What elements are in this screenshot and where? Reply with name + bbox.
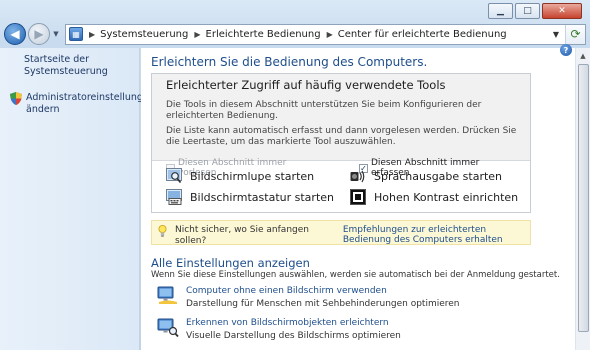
refresh-button[interactable]: ⟳ bbox=[565, 24, 585, 44]
magnifier-icon bbox=[166, 168, 182, 184]
breadcrumb-center[interactable]: Center für erleichterte Bedienung bbox=[338, 29, 507, 40]
start-magnifier-link[interactable]: Bildschirmlupe starten bbox=[166, 168, 314, 184]
lightbulb-icon bbox=[158, 225, 167, 237]
breadcrumb-separator-icon[interactable]: ▶ bbox=[327, 30, 333, 39]
recommendations-link[interactable]: Empfehlungen zur erleichterten Bedienung… bbox=[343, 225, 530, 245]
setting-description: Darstellung für Menschen mit Sehbehinder… bbox=[186, 299, 460, 309]
setting-item: Computer ohne einen Bildschirm verwenden… bbox=[157, 286, 460, 310]
setting-item: Erkennen von Bildschirmobjekten erleicht… bbox=[157, 318, 401, 342]
breadcrumb-erleichterte-bedienung[interactable]: Erleichterte Bedienung bbox=[206, 29, 321, 40]
close-button[interactable]: ✕ bbox=[542, 3, 582, 19]
quick-access-tool-list: Bildschirmlupe starten Bildschirmtastatu… bbox=[152, 161, 530, 213]
breadcrumb-separator-icon[interactable]: ▶ bbox=[194, 30, 200, 39]
use-without-display-link[interactable]: Computer ohne einen Bildschirm verwenden bbox=[186, 286, 460, 297]
page-title: Erleichtern Sie die Bedienung des Comput… bbox=[151, 55, 428, 69]
address-dropdown-icon[interactable]: ▼ bbox=[549, 25, 563, 44]
quick-access-header: Erleichterter Zugriff auf häufig verwend… bbox=[152, 74, 530, 178]
setup-high-contrast-link[interactable]: Hohen Kontrast einrichten bbox=[350, 189, 518, 205]
all-settings-heading: Alle Einstellungen anzeigen bbox=[151, 256, 310, 270]
start-narrator-label: Sprachausgabe starten bbox=[374, 169, 503, 183]
high-contrast-icon bbox=[350, 189, 366, 205]
setting-text: Erkennen von Bildschirmobjekten erleicht… bbox=[186, 318, 401, 342]
monitor-magnify-icon bbox=[157, 318, 179, 338]
quick-access-tools-box: Erleichterter Zugriff auf häufig verwend… bbox=[151, 73, 531, 213]
start-onscreen-keyboard-label: Bildschirmtastatur starten bbox=[190, 190, 334, 204]
quick-access-title: Erleichterter Zugriff auf häufig verwend… bbox=[166, 78, 446, 92]
monitor-speech-icon bbox=[157, 286, 177, 304]
sidebar-link-admin-settings[interactable]: Administratoreinstellungen ändern bbox=[26, 92, 155, 116]
main-content: ? Erleichtern Sie die Bedienung des Comp… bbox=[141, 44, 575, 350]
setup-high-contrast-label: Hohen Kontrast einrichten bbox=[374, 190, 519, 204]
make-screen-easier-link[interactable]: Erkennen von Bildschirmobjekten erleicht… bbox=[186, 318, 401, 329]
vertical-scrollbar[interactable]: ▲ bbox=[575, 48, 590, 350]
setting-description: Visuelle Darstellung des Bildschirms opt… bbox=[186, 331, 401, 341]
onscreen-keyboard-icon bbox=[166, 189, 182, 205]
sidebar: Startseite der Systemsteuerung Administr… bbox=[0, 48, 155, 350]
address-bar[interactable]: ▦ ▶ Systemsteuerung ▶ Erleichterte Bedie… bbox=[65, 23, 586, 45]
caption-buttons: ▁ □ ✕ bbox=[488, 3, 582, 19]
maximize-button[interactable]: □ bbox=[515, 3, 540, 19]
start-magnifier-label: Bildschirmlupe starten bbox=[190, 169, 315, 183]
start-onscreen-keyboard-link[interactable]: Bildschirmtastatur starten bbox=[166, 189, 334, 205]
recent-pages-dropdown[interactable]: ▼ bbox=[51, 30, 61, 38]
tip-text: Nicht sicher, wo Sie anfangen sollen? bbox=[175, 225, 309, 246]
sidebar-link-home[interactable]: Startseite der Systemsteuerung bbox=[24, 54, 139, 78]
back-button[interactable]: ◀ bbox=[4, 23, 26, 45]
navigation-bar: ◀ ▶ ▼ ▦ ▶ Systemsteuerung ▶ Erleichterte… bbox=[4, 21, 586, 47]
forward-button[interactable]: ▶ bbox=[28, 23, 50, 45]
scroll-thumb[interactable] bbox=[578, 64, 589, 332]
all-settings-description: Wenn Sie diese Einstellungen auswählen, … bbox=[151, 270, 560, 280]
quick-access-scan-description: Die Liste kann automatisch erfasst und d… bbox=[166, 126, 517, 147]
window-frame: ▁ □ ✕ ◀ ▶ ▼ ▦ ▶ Systemsteuerung ▶ Erleic… bbox=[0, 0, 590, 350]
sidebar-admin-item: Administratoreinstellungen ändern bbox=[10, 92, 155, 116]
quick-access-description: Die Tools in diesem Abschnitt unterstütz… bbox=[166, 100, 482, 121]
control-panel-icon: ▦ bbox=[69, 27, 83, 41]
setting-text: Computer ohne einen Bildschirm verwenden… bbox=[186, 286, 460, 310]
scroll-up-icon[interactable]: ▲ bbox=[576, 48, 590, 63]
help-icon[interactable]: ? bbox=[560, 44, 572, 56]
uac-shield-icon bbox=[10, 92, 22, 105]
start-narrator-link[interactable]: Sprachausgabe starten bbox=[350, 168, 502, 184]
breadcrumb-systemsteuerung[interactable]: Systemsteuerung bbox=[100, 29, 188, 40]
breadcrumb-separator-icon[interactable]: ▶ bbox=[89, 30, 95, 39]
narrator-icon bbox=[350, 170, 365, 183]
recommendations-tip-bar: Nicht sicher, wo Sie anfangen sollen? Em… bbox=[151, 220, 531, 246]
minimize-button[interactable]: ▁ bbox=[488, 3, 513, 19]
